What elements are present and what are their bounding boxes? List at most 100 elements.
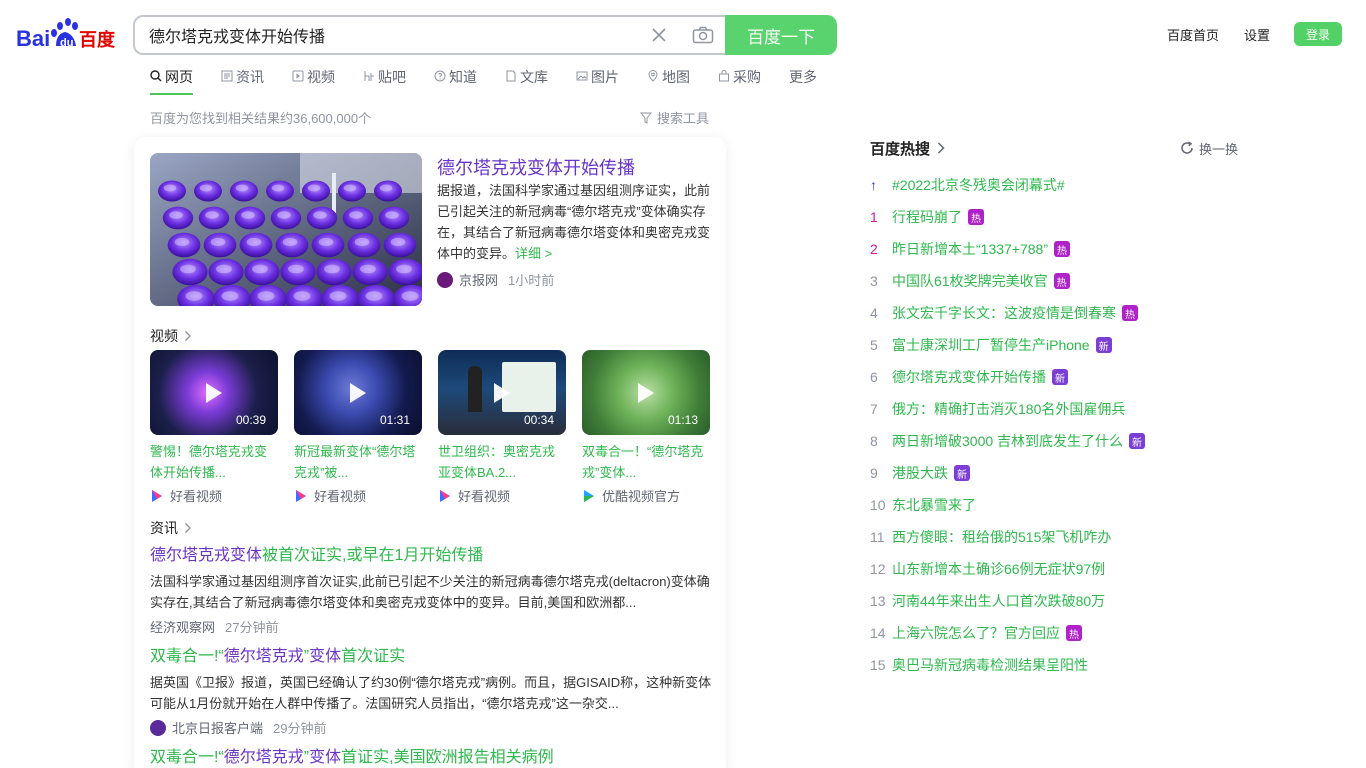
hot-rank: 4 (870, 305, 878, 321)
video-title[interactable]: 新冠最新变体“德尔塔克戎”被... (294, 441, 422, 483)
new-badge: 新 (1095, 337, 1112, 353)
search-tools-label: 搜索工具 (657, 111, 710, 126)
hot-search-item[interactable]: 4 张文宏千字长文：这波疫情是倒春寒热 (870, 297, 1238, 329)
search-button[interactable]: 百度一下 (725, 15, 837, 55)
hot-search-item[interactable]: ↑ #2022北京冬残奥会闭幕式# (870, 169, 1238, 201)
video-title[interactable]: 警惕！德尔塔克戎变体开始传播... (150, 441, 278, 483)
news-source-name[interactable]: 经济观察网 (150, 617, 215, 636)
video-thumbnail[interactable]: 01:31 (294, 350, 422, 435)
vial-highlight (169, 211, 183, 219)
video-section-title[interactable]: 视频 (150, 326, 192, 346)
search-tools-button[interactable]: 搜索工具 (640, 108, 709, 127)
news-source-name[interactable]: 北京日报客户端 (172, 718, 263, 737)
video-item[interactable]: 00:34 世卫组织：奥密克戎亚变体BA.2... 好看视频 (438, 350, 566, 505)
question-icon (434, 70, 446, 82)
settings-link[interactable]: 设置 (1244, 25, 1270, 44)
hot-search-item[interactable]: 10 东北暴雪来了 (870, 489, 1238, 521)
vial-highlight (210, 237, 226, 247)
hot-search-item[interactable]: 14 上海六院怎么了？官方回应热 (870, 617, 1238, 649)
video-item[interactable]: 01:31 新冠最新变体“德尔塔克戎”被... 好看视频 (294, 350, 422, 505)
hot-search-item[interactable]: 8 两日新增破3000 吉林到底发生了什么新 (870, 425, 1238, 457)
hot-rank: 14 (870, 625, 886, 641)
pinned-top-icon: ↑ (870, 177, 877, 193)
login-button[interactable]: 登录 (1294, 22, 1342, 46)
video-item[interactable]: 01:13 双毒合一！“德尔塔克戎”变体... 优酷视频官方 (582, 350, 710, 505)
hot-search-title[interactable]: 百度热搜 (870, 138, 946, 159)
hot-search-text[interactable]: 河南44年来出生人口首次跌破80万 (892, 591, 1105, 611)
hot-search-text[interactable]: 上海六院怎么了？官方回应 (892, 623, 1060, 643)
video-duration: 00:39 (235, 413, 266, 427)
tab-images[interactable]: 图片 (576, 67, 619, 95)
hot-rank: 6 (870, 369, 878, 385)
vial-highlight (277, 211, 291, 219)
tab-wenku[interactable]: 文库 (505, 67, 548, 95)
hot-search-text[interactable]: 中国队61枚奖牌完美收官 (892, 271, 1048, 291)
tab-zhidao[interactable]: 知道 (434, 67, 477, 95)
hot-search-text[interactable]: 张文宏千字长文：这波疫情是倒春寒 (892, 303, 1116, 323)
hero-image[interactable] (150, 153, 422, 306)
tab-purchase[interactable]: 采购 (718, 67, 761, 95)
news-title-link[interactable]: 双毒合一!“德尔塔克戎”变体首次证实 (150, 648, 405, 665)
hot-search-text[interactable]: 山东新增本土确诊66例无症状97例 (892, 559, 1105, 579)
hot-search-text[interactable]: 东北暴雪来了 (892, 495, 976, 515)
hero-description: 据报道，法国科学家通过基因组测序证实，此前已引起关注的新冠病毒“德尔塔克戎”变体… (437, 180, 713, 264)
tab-more[interactable]: 更多 (789, 67, 817, 95)
hot-search-item[interactable]: 15 奥巴马新冠病毒检测结果呈阳性 (870, 649, 1238, 681)
hot-search-item[interactable]: 11 西方傻眼：租给俄的515架飞机咋办 (870, 521, 1238, 553)
hot-search-item[interactable]: 1 行程码崩了热 (870, 201, 1238, 233)
vial-highlight (174, 237, 190, 247)
refresh-button[interactable]: 换一换 (1180, 139, 1238, 158)
hot-search-item[interactable]: 7 俄方：精确打击消灭180名外国雇佣兵 (870, 393, 1238, 425)
hot-search-text[interactable]: 港股大跌 (892, 463, 948, 483)
vial-highlight (313, 211, 327, 219)
tab-video[interactable]: 视频 (292, 67, 335, 95)
source-name[interactable]: 京报网 (459, 270, 498, 289)
hot-search-text[interactable]: 德尔塔克戎变体开始传播 (892, 367, 1046, 387)
hot-search-item[interactable]: 5 富士康深圳工厂暂停生产iPhone 新 (870, 329, 1238, 361)
detail-link[interactable]: 详细 > (515, 246, 552, 261)
filter-icon (640, 112, 652, 124)
hot-search-item[interactable]: 6 德尔塔克戎变体开始传播新 (870, 361, 1238, 393)
hot-search-item[interactable]: 13 河南44年来出生人口首次跌破80万 (870, 585, 1238, 617)
video-thumbnail[interactable]: 00:39 (150, 350, 278, 435)
hot-search-item[interactable]: 2 昨日新增本土“1337+788” 热 (870, 233, 1238, 265)
haokan-icon (440, 489, 450, 502)
hot-search-title-text: 百度热搜 (870, 140, 931, 158)
clear-icon[interactable] (637, 17, 681, 53)
vial-highlight (324, 264, 340, 274)
timestamp: 29分钟前 (273, 721, 327, 736)
vial-highlight (246, 237, 262, 247)
news-title-link[interactable]: 双毒合一!“德尔塔克戎”变体首证实,美国欧洲报告相关病例 (150, 749, 554, 766)
vial-highlight (163, 184, 177, 192)
video-title[interactable]: 双毒合一！“德尔塔克戎”变体... (582, 441, 710, 483)
home-link[interactable]: 百度首页 (1167, 25, 1219, 44)
hot-search-text[interactable]: 昨日新增本土“1337+788” (892, 239, 1048, 259)
search-input[interactable] (149, 17, 637, 53)
video-thumbnail[interactable]: 00:34 (438, 350, 566, 435)
hot-search-text[interactable]: 行程码崩了 (892, 207, 962, 227)
hot-search-item[interactable]: 12 山东新增本土确诊66例无症状97例 (870, 553, 1238, 585)
baidu-logo[interactable]: Bai du 百度 (16, 18, 118, 52)
hot-search-text[interactable]: 富士康深圳工厂暂停生产iPhone (892, 335, 1090, 355)
hero-source: 京报网 1小时前 (437, 270, 554, 289)
video-thumbnail[interactable]: 01:13 (582, 350, 710, 435)
video-title[interactable]: 世卫组织：奥密克戎亚变体BA.2... (438, 441, 566, 483)
tab-web[interactable]: 网页 (150, 67, 193, 95)
hot-search-text[interactable]: #2022北京冬残奥会闭幕式# (892, 175, 1065, 195)
hot-search-text[interactable]: 两日新增破3000 吉林到底发生了什么 (892, 431, 1123, 451)
vial-highlight (343, 184, 357, 192)
hot-search-item[interactable]: 3 中国队61枚奖牌完美收官热 (870, 265, 1238, 297)
hot-search-item[interactable]: 9 港股大跌新 (870, 457, 1238, 489)
hot-search-text[interactable]: 俄方：精确打击消灭180名外国雇佣兵 (892, 399, 1125, 419)
hero-title-link[interactable]: 德尔塔克戎变体开始传播 (437, 154, 635, 180)
tab-news[interactable]: 资讯 (221, 67, 264, 95)
hot-rank: 7 (870, 401, 878, 417)
tab-map[interactable]: 地图 (647, 67, 690, 95)
hot-search-text[interactable]: 西方傻眼：租给俄的515架飞机咋办 (892, 527, 1111, 547)
video-item[interactable]: 00:39 警惕！德尔塔克戎变体开始传播... 好看视频 (150, 350, 278, 505)
camera-icon[interactable] (681, 17, 725, 53)
news-title-link[interactable]: 德尔塔克戎变体被首次证实,或早在1月开始传播 (150, 547, 483, 564)
hot-search-text[interactable]: 奥巴马新冠病毒检测结果呈阳性 (892, 655, 1088, 675)
news-section-title[interactable]: 资讯 (150, 518, 192, 538)
tab-tieba[interactable]: 贴吧 (363, 67, 406, 95)
